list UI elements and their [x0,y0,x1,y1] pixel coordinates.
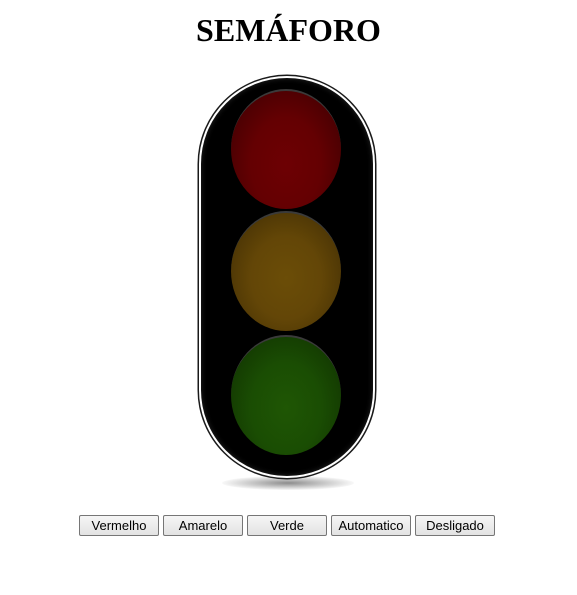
green-lamp [231,335,341,455]
green-button[interactable]: Verde [247,515,327,536]
page-title: SEMÁFORO [196,12,381,48]
traffic-light-shadow [222,476,354,490]
control-buttons: Vermelho Amarelo Verde Automatico Desligado [79,515,495,537]
yellow-lamp [231,211,341,331]
red-button[interactable]: Vermelho [79,515,159,536]
automatic-button[interactable]: Automatico [331,515,411,536]
red-lamp [231,89,341,209]
off-button[interactable]: Desligado [415,515,495,536]
yellow-button[interactable]: Amarelo [163,515,243,536]
